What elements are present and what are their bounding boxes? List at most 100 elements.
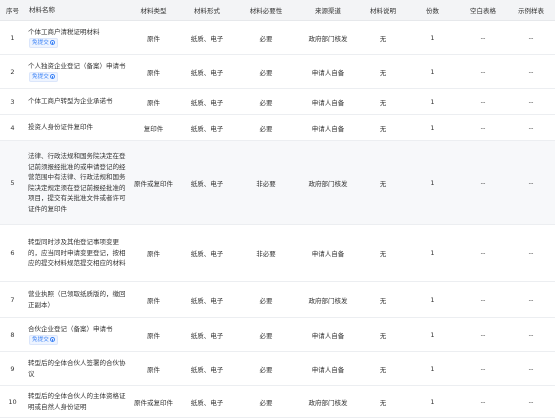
cell-blank-form[interactable]: --: [459, 140, 507, 225]
cell-blank-form[interactable]: --: [459, 281, 507, 318]
cell-note: 无: [360, 20, 406, 55]
info-icon[interactable]: [49, 40, 55, 45]
cell-material-name: 个体工商户转型为企业承诺书: [25, 88, 129, 115]
cell-necessity: 必要: [236, 88, 296, 115]
cell-material-form: 纸质、电子: [178, 114, 236, 141]
cell-blank-form[interactable]: --: [459, 385, 507, 418]
cell-sample-form[interactable]: --: [507, 54, 555, 89]
table-row: 7 营业执照（已领取纸质版的，缴回正副本） 原件 纸质、电子 必要 政府部门核发无 1 -- -…: [0, 281, 555, 318]
cell-blank-form[interactable]: --: [459, 88, 507, 115]
cell-sample-form[interactable]: --: [507, 385, 555, 418]
cell-sample-form[interactable]: --: [507, 114, 555, 141]
cell-index: 1: [0, 20, 25, 55]
cell-material-form: 纸质、电子: [178, 281, 236, 318]
cell-index: 10: [0, 385, 25, 418]
cell-material-name: 合伙企业登记（备案）申请书 免提交: [25, 317, 129, 352]
table-row: 9 转型后的全体合伙人签署的合伙协议 原件 纸质、电子 必要 申请人自备无 1 -- --: [0, 351, 555, 386]
cell-material-form: 纸质、电子: [178, 54, 236, 89]
cell-source: 申请人自备: [296, 54, 360, 89]
material-name-text: 投资人身份证件复印件: [28, 123, 93, 132]
cell-material-name: 个体工商户清税证明材料 免提交: [25, 20, 129, 55]
header-necessity: 材料必要性: [236, 0, 296, 21]
cell-sample-form[interactable]: --: [507, 140, 555, 225]
cell-material-name: 法律、行政法规和国务院决定在登记前须报经批准的或申请登记的经营范围中有法律、行政…: [25, 140, 129, 225]
cell-blank-form[interactable]: --: [459, 54, 507, 89]
cell-material-name: 投资人身份证件复印件: [25, 114, 129, 141]
cell-source: 政府部门核发: [296, 281, 360, 318]
cell-blank-form[interactable]: --: [459, 224, 507, 282]
cell-index: 7: [0, 281, 25, 318]
cell-material-type: 原件或复印件: [129, 140, 178, 225]
cell-index: 5: [0, 140, 25, 225]
header-sample-form: 示例样表: [507, 0, 555, 21]
cell-sample-form[interactable]: --: [507, 88, 555, 115]
material-name-text: 合伙企业登记（备案）申请书: [28, 325, 113, 333]
material-name-text: 营业执照（已领取纸质版的，缴回正副本）: [28, 290, 126, 309]
material-name-text: 转型后的全体合伙人签署的合伙协议: [28, 359, 126, 378]
material-name-text: 转型同时涉及其他登记事项变更的，应当同时申请变更登记，按相应的提交材料规范提交相…: [28, 238, 126, 268]
exempt-badge[interactable]: 免提交: [29, 334, 58, 345]
cell-index: 9: [0, 351, 25, 386]
cell-material-form: 纸质、电子: [178, 88, 236, 115]
material-name-text: 个体工商户转型为企业承诺书: [28, 97, 113, 106]
cell-copies: 1: [406, 281, 459, 318]
exempt-badge[interactable]: 免提交: [29, 37, 58, 48]
cell-material-type: 原件: [129, 317, 178, 352]
cell-sample-form[interactable]: --: [507, 20, 555, 55]
cell-material-type: 原件: [129, 224, 178, 282]
cell-material-type: 原件: [129, 281, 178, 318]
cell-source: 申请人自备: [296, 351, 360, 386]
header-note: 材料说明: [360, 0, 406, 21]
cell-material-form: 纸质、电子: [178, 224, 236, 282]
cell-blank-form[interactable]: --: [459, 20, 507, 55]
cell-necessity: 必要: [236, 54, 296, 89]
cell-index: 4: [0, 114, 25, 141]
cell-necessity: 非必要: [236, 224, 296, 282]
cell-material-type: 原件: [129, 351, 178, 386]
cell-sample-form[interactable]: --: [507, 224, 555, 282]
cell-blank-form[interactable]: --: [459, 114, 507, 141]
cell-note: 无: [360, 88, 406, 115]
info-icon[interactable]: [49, 74, 55, 79]
cell-copies: 1: [406, 385, 459, 418]
table-row: 10 转型后的全体合伙人的主体资格证明或自然人身份证明 原件或复印件 纸质、电子 必要政…: [0, 385, 555, 418]
header-blank-form: 空白表格: [459, 0, 507, 21]
cell-blank-form[interactable]: --: [459, 317, 507, 352]
cell-note: 无: [360, 140, 406, 225]
cell-necessity: 必要: [236, 385, 296, 418]
cell-source: 申请人自备: [296, 224, 360, 282]
material-name-text: 转型后的全体合伙人的主体资格证明或自然人身份证明: [28, 392, 126, 411]
cell-sample-form[interactable]: --: [507, 281, 555, 318]
cell-note: 无: [360, 114, 406, 141]
cell-note: 无: [360, 351, 406, 386]
cell-necessity: 必要: [236, 317, 296, 352]
table-row: 2 个人独资企业登记（备案）申请书 免提交 原件 纸质、电子 必要 申请人自备无 1 -- --: [0, 54, 555, 89]
cell-copies: 1: [406, 317, 459, 352]
table-row: 8 合伙企业登记（备案）申请书 免提交 原件 纸质、电子 必要 申请人自备无 1 -- --: [0, 317, 555, 352]
cell-material-type: 原件: [129, 20, 178, 55]
cell-material-form: 纸质、电子: [178, 140, 236, 225]
cell-material-type: 复印件: [129, 114, 178, 141]
material-name-text: 法律、行政法规和国务院决定在登记前须报经批准的或申请登记的经营范围中有法律、行政…: [28, 152, 126, 213]
cell-copies: 1: [406, 114, 459, 141]
cell-material-type: 原件: [129, 88, 178, 115]
cell-note: 无: [360, 317, 406, 352]
cell-material-form: 纸质、电子: [178, 385, 236, 418]
cell-source: 申请人自备: [296, 114, 360, 141]
material-name-text: 个人独资企业登记（备案）申请书: [28, 62, 126, 70]
exempt-badge[interactable]: 免提交: [29, 71, 58, 82]
cell-necessity: 必要: [236, 20, 296, 55]
header-material-form: 材料形式: [178, 0, 236, 21]
cell-necessity: 必要: [236, 351, 296, 386]
cell-sample-form[interactable]: --: [507, 351, 555, 386]
cell-necessity: 必要: [236, 281, 296, 318]
info-icon[interactable]: [49, 337, 55, 342]
cell-source: 政府部门核发: [296, 20, 360, 55]
cell-material-form: 纸质、电子: [178, 20, 236, 55]
cell-index: 6: [0, 224, 25, 282]
cell-note: 无: [360, 385, 406, 418]
table-row: 3 个体工商户转型为企业承诺书 原件 纸质、电子 必要 申请人自备无 1 -- --: [0, 88, 555, 115]
materials-table: 序号 材料名称 材料类型 材料形式 材料必要性 来源渠道 材料说明 份数 空白表…: [0, 0, 555, 418]
cell-sample-form[interactable]: --: [507, 317, 555, 352]
cell-blank-form[interactable]: --: [459, 351, 507, 386]
